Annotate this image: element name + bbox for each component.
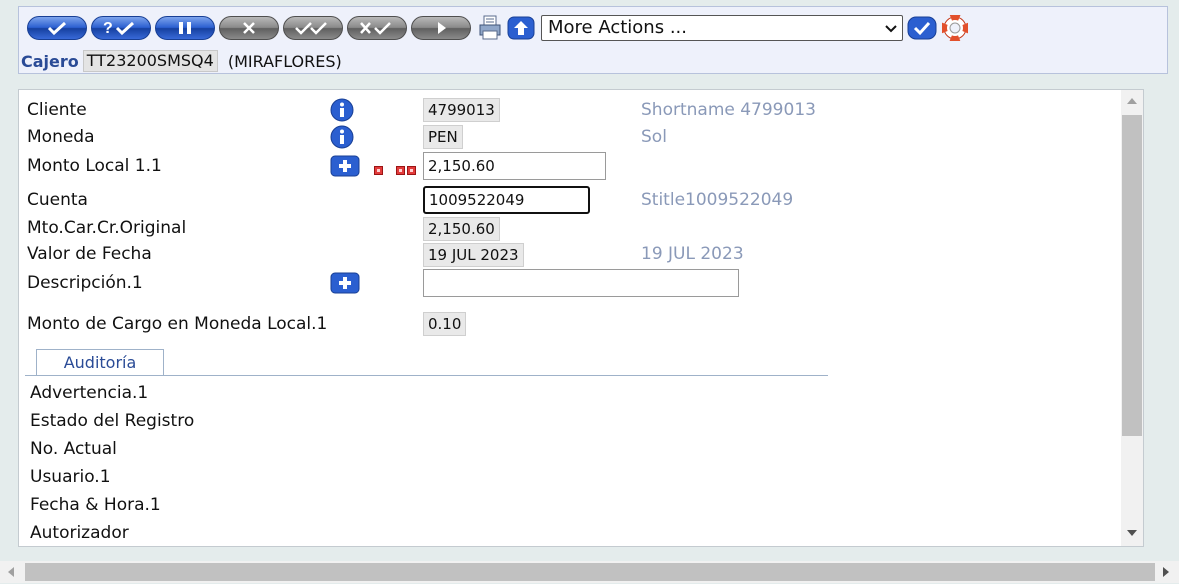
reverse-button[interactable] (347, 16, 407, 40)
cajero-branch: (MIRAFLORES) (227, 51, 342, 71)
play-icon (438, 22, 446, 34)
toolbar-panel: ? More Actions ... Cajero TT23200SMSQ4 (… (18, 6, 1168, 74)
next-button[interactable] (411, 16, 471, 40)
go-check-icon[interactable] (907, 16, 937, 40)
expand-plus-icon[interactable] (330, 272, 360, 294)
content-panel: Cliente 4799013 Shortname 4799013 Moneda… (18, 89, 1144, 547)
delete-button[interactable] (219, 16, 279, 40)
audit-field: Advertencia.1 (30, 383, 149, 403)
cajero-row: Cajero TT23200SMSQ4 (MIRAFLORES) (21, 50, 342, 72)
cliente-label: Cliente (27, 100, 87, 120)
tab-auditoria[interactable]: Auditoría (36, 349, 164, 376)
monto-cargo-label: Monto de Cargo en Moneda Local.1 (27, 314, 328, 334)
horizontal-scrollbar[interactable] (0, 561, 1179, 583)
descripcion-input[interactable] (423, 269, 739, 297)
lifebuoy-icon[interactable] (942, 15, 968, 41)
svg-text:?: ? (103, 20, 113, 37)
mto-car-label: Mto.Car.Cr.Original (27, 218, 187, 238)
more-actions-label: More Actions ... (548, 17, 687, 38)
cajero-value: TT23200SMSQ4 (82, 50, 218, 72)
pause-icon (179, 22, 191, 34)
cuenta-input[interactable]: 1009522049 (423, 186, 590, 214)
horizontal-scroll-thumb[interactable] (25, 563, 1155, 581)
delete-multivalue-icon[interactable] (374, 166, 383, 175)
valor-fecha-label: Valor de Fecha (27, 244, 152, 264)
info-icon[interactable] (330, 98, 354, 122)
audit-field: Estado del Registro (30, 411, 195, 431)
scroll-up-arrow-icon[interactable] (1127, 98, 1137, 104)
moneda-enrichment: Sol (641, 127, 667, 147)
descripcion-label: Descripción.1 (27, 273, 143, 293)
moneda-label: Moneda (27, 127, 95, 147)
chevron-down-icon (885, 25, 897, 33)
cajero-label: Cajero (21, 51, 79, 71)
double-check-icon (295, 22, 327, 35)
vertical-scrollbar[interactable] (1121, 90, 1143, 546)
audit-field: Fecha & Hora.1 (30, 495, 161, 515)
up-arrow-icon[interactable] (507, 16, 535, 40)
audit-field: No. Actual (30, 439, 117, 459)
cuenta-label: Cuenta (27, 190, 88, 210)
printer-icon[interactable] (478, 15, 502, 41)
validate-button[interactable] (27, 16, 87, 40)
delete-multivalue-icon[interactable] (407, 166, 416, 175)
more-actions-select[interactable]: More Actions ... (541, 15, 903, 41)
verify-query-button[interactable]: ? (91, 16, 151, 40)
vertical-scroll-thumb[interactable] (1122, 115, 1142, 436)
valor-fecha-value: 19 JUL 2023 (423, 243, 524, 267)
audit-field: Autorizador (30, 523, 129, 543)
info-icon[interactable] (330, 125, 354, 149)
delete-multivalue-icon[interactable] (396, 166, 405, 175)
monto-cargo-value: 0.10 (423, 312, 467, 336)
cuenta-enrichment: Stitle1009522049 (641, 190, 794, 210)
cliente-value: 4799013 (423, 98, 500, 122)
valor-fecha-enrichment: 19 JUL 2023 (641, 244, 744, 264)
question-check-icon: ? (103, 20, 135, 37)
cliente-enrichment: Shortname 4799013 (641, 100, 816, 120)
mto-car-value: 2,150.60 (423, 217, 500, 241)
check-icon (47, 21, 67, 36)
monto-local-label: Monto Local 1.1 (27, 156, 162, 176)
monto-local-input[interactable]: 2,150.60 (423, 152, 606, 180)
scroll-down-arrow-icon[interactable] (1127, 530, 1137, 536)
audit-field: Usuario.1 (30, 467, 111, 487)
authorise-button[interactable] (283, 16, 343, 40)
x-icon (243, 22, 255, 34)
scroll-left-arrow-icon[interactable] (8, 567, 14, 577)
scroll-right-arrow-icon[interactable] (1163, 567, 1169, 577)
moneda-value: PEN (423, 125, 463, 149)
tab-divider (25, 375, 828, 376)
x-check-icon (360, 22, 391, 35)
hold-button[interactable] (155, 16, 215, 40)
expand-plus-icon[interactable] (330, 155, 360, 177)
